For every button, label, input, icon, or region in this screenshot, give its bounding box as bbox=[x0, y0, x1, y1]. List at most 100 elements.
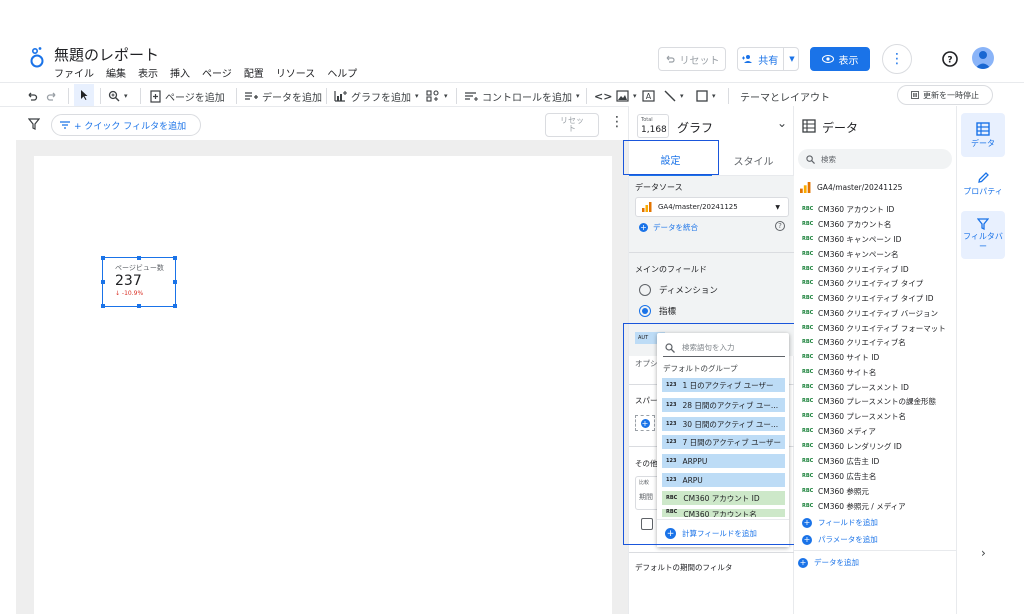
chart-type-thumbnail[interactable]: Total 1,168 bbox=[637, 114, 669, 138]
share-dropdown-icon[interactable]: ▼ bbox=[789, 55, 794, 63]
theme-layout-button[interactable]: テーマとレイアウト bbox=[740, 87, 830, 105]
more-vert-icon[interactable]: ⋮ bbox=[882, 44, 912, 74]
share-button[interactable]: 共有 ▼ bbox=[737, 47, 799, 71]
add-control-button[interactable]: コントロールを追加 ▾ bbox=[464, 87, 580, 105]
right-rail: データ プロパティ フィルタバー › bbox=[956, 106, 1024, 614]
embed-code-icon[interactable]: <> bbox=[594, 87, 612, 105]
data-source-header[interactable]: GA4/master/20241125 bbox=[800, 182, 902, 193]
line-icon[interactable]: ▾ bbox=[664, 87, 684, 105]
menu-help[interactable]: ヘルプ bbox=[327, 65, 357, 80]
report-page[interactable] bbox=[34, 156, 612, 616]
help-circle-icon[interactable]: ? bbox=[775, 221, 785, 231]
resize-handle[interactable] bbox=[101, 256, 105, 260]
menu-file[interactable]: ファイル bbox=[54, 65, 94, 80]
rail-properties-button[interactable]: プロパティ bbox=[961, 162, 1005, 206]
field-label: CM360 クリエイティブ フォーマット bbox=[818, 323, 946, 333]
field-item[interactable]: RBC CM360 アカウント ID bbox=[802, 202, 894, 216]
field-item[interactable]: RBC CM360 クリエイティブ タイプ bbox=[802, 276, 923, 290]
add-page-button[interactable]: ページを追加 bbox=[150, 87, 225, 105]
field-item[interactable]: RBC CM360 クリエイティブ タイプ ID bbox=[802, 291, 934, 305]
quick-filter-button[interactable]: + クイック フィルタを追加 bbox=[51, 114, 201, 136]
menu-insert[interactable]: 挿入 bbox=[170, 65, 190, 80]
add-data-link[interactable]: + データを追加 bbox=[798, 557, 859, 568]
add-parameter-link[interactable]: + パラメータを追加 bbox=[802, 534, 878, 545]
field-item[interactable]: RBC CM360 キャンペーン名 bbox=[802, 247, 899, 261]
field-item[interactable]: RBC CM360 サイト名 bbox=[802, 365, 876, 379]
add-component-icon[interactable]: ▾ bbox=[426, 87, 448, 105]
avatar[interactable] bbox=[972, 47, 994, 69]
scorecard-chart[interactable]: ページビュー数 237 ↓ -10.9% bbox=[101, 256, 177, 308]
add-chart-label: グラフを追加 bbox=[351, 92, 411, 104]
filter-icon[interactable] bbox=[28, 118, 40, 130]
blend-data-link[interactable]: + データを統合 bbox=[639, 222, 698, 233]
resize-handle[interactable] bbox=[173, 256, 177, 260]
rail-data-button[interactable]: データ bbox=[961, 113, 1005, 157]
resize-handle[interactable] bbox=[101, 280, 105, 284]
radio-metric[interactable]: 指標 bbox=[639, 305, 676, 317]
resize-handle[interactable] bbox=[173, 304, 177, 308]
field-item[interactable]: RBC CM360 参照元 bbox=[802, 484, 869, 498]
datasource-name: GA4/master/20241125 bbox=[658, 203, 738, 211]
canvas-more-icon[interactable]: ⋮ bbox=[610, 114, 624, 130]
total-label: Total bbox=[641, 117, 653, 123]
report-title[interactable]: 無題のレポート bbox=[54, 44, 159, 65]
menu-resource[interactable]: リソース bbox=[276, 65, 316, 80]
zoom-icon[interactable]: ▾ bbox=[108, 87, 128, 105]
field-label: CM360 キャンペーン ID bbox=[818, 234, 902, 244]
field-label: CM360 クリエイティブ タイプ ID bbox=[818, 293, 934, 303]
field-item[interactable]: RBC CM360 クリエイティブ フォーマット bbox=[802, 321, 946, 335]
add-data-label: データを追加 bbox=[814, 558, 859, 567]
field-label: CM360 クリエイティブ ID bbox=[818, 264, 909, 274]
text-box-icon[interactable]: A bbox=[642, 87, 655, 105]
help-icon[interactable]: ? bbox=[940, 49, 960, 69]
field-item[interactable]: RBC CM360 サイト ID bbox=[802, 350, 879, 364]
select-cursor-icon[interactable] bbox=[74, 84, 94, 106]
field-item[interactable]: RBC CM360 プレースメント ID bbox=[802, 380, 909, 394]
field-item[interactable]: RBC CM360 アカウント名 bbox=[802, 217, 891, 231]
resize-handle[interactable] bbox=[173, 280, 177, 284]
field-type-icon: RBC bbox=[802, 488, 814, 494]
resize-handle[interactable] bbox=[137, 304, 141, 308]
looker-studio-logo-icon[interactable] bbox=[28, 46, 46, 70]
field-item[interactable]: RBC CM360 メディア bbox=[802, 424, 876, 438]
reset-button[interactable]: リセット bbox=[658, 47, 726, 71]
canvas-reset-button[interactable]: リセット bbox=[545, 113, 599, 137]
expand-chevron-icon[interactable]: › bbox=[981, 546, 986, 560]
field-item[interactable]: RBC CM360 キャンペーン ID bbox=[802, 232, 901, 246]
field-item[interactable]: RBC CM360 クリエイティブ名 bbox=[802, 335, 906, 349]
menu-view[interactable]: 表示 bbox=[138, 65, 158, 80]
resize-handle[interactable] bbox=[101, 304, 105, 308]
menu-page[interactable]: ページ bbox=[202, 65, 232, 80]
field-type-icon: RBC bbox=[802, 473, 814, 479]
field-item[interactable]: RBC CM360 プレースメントの課金形態 bbox=[802, 394, 936, 408]
reset-label: リセット bbox=[679, 55, 720, 67]
shape-icon[interactable]: ▾ bbox=[696, 87, 716, 105]
add-field-link[interactable]: + フィールドを追加 bbox=[802, 517, 878, 528]
collapse-chevron-icon[interactable]: ⌄ bbox=[777, 116, 787, 130]
redo-icon[interactable] bbox=[46, 87, 58, 105]
field-item[interactable]: RBC CM360 レンダリング ID bbox=[802, 439, 902, 453]
field-item[interactable]: RBC CM360 クリエイティブ バージョン bbox=[802, 306, 938, 320]
data-search-input[interactable]: 検索 bbox=[798, 149, 952, 169]
tab-style[interactable]: スタイル bbox=[712, 144, 795, 176]
filter-bar: + クイック フィルタを追加 リセット ⋮ bbox=[0, 106, 628, 140]
field-type-icon: RBC bbox=[802, 206, 814, 212]
add-chart-button[interactable]: グラフを追加 ▾ bbox=[334, 87, 419, 105]
pause-updates-button[interactable]: 更新を一時停止 bbox=[897, 85, 993, 105]
field-item[interactable]: RBC CM360 クリエイティブ ID bbox=[802, 262, 909, 276]
field-item[interactable]: RBC CM360 プレースメント名 bbox=[802, 409, 906, 423]
view-button[interactable]: 表示 bbox=[810, 47, 870, 71]
field-item[interactable]: RBC CM360 参照元 / メディア bbox=[802, 499, 906, 513]
radio-dimension[interactable]: ディメンション bbox=[639, 284, 718, 296]
menu-edit[interactable]: 編集 bbox=[106, 65, 126, 80]
resize-handle[interactable] bbox=[137, 256, 141, 260]
menu-arrange[interactable]: 配置 bbox=[244, 65, 264, 80]
add-data-button[interactable]: データを追加 bbox=[244, 87, 322, 105]
field-item[interactable]: RBC CM360 広告主名 bbox=[802, 469, 876, 483]
image-icon[interactable]: ▾ bbox=[616, 87, 637, 105]
field-item[interactable]: RBC CM360 広告主 ID bbox=[802, 454, 879, 468]
radio-checked-icon bbox=[639, 305, 651, 317]
rail-filter-bar-button[interactable]: フィルタバー bbox=[961, 211, 1005, 259]
datasource-select[interactable]: GA4/master/20241125 ▼ bbox=[635, 197, 789, 217]
undo-icon[interactable] bbox=[26, 87, 38, 105]
